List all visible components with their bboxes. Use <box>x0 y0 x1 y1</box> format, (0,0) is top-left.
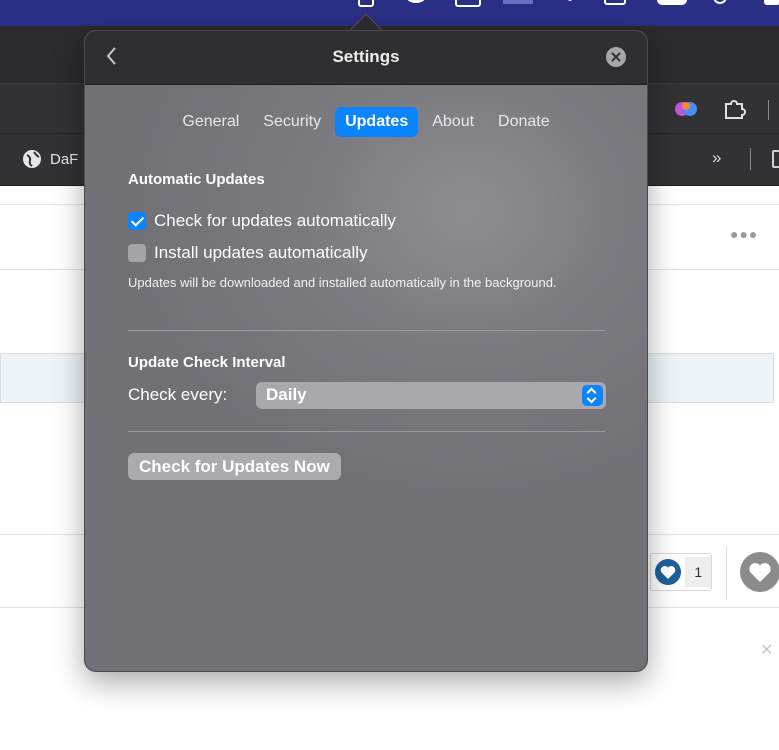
automatic-updates-heading: Automatic Updates <box>128 171 265 188</box>
battery-icon[interactable] <box>604 0 628 8</box>
search-icon[interactable] <box>712 0 732 8</box>
tab-updates[interactable]: Updates <box>335 107 419 137</box>
tab-general[interactable]: General <box>172 107 249 137</box>
display-icon[interactable] <box>502 0 534 8</box>
checkbox-unchecked[interactable] <box>128 244 146 262</box>
tab-donate[interactable]: Donate <box>488 107 560 137</box>
check-updates-auto-label: Check for updates automatically <box>154 211 396 230</box>
check-updates-auto-checkbox[interactable]: Check for updates automatically <box>128 211 396 231</box>
like-count: 1 <box>685 557 711 587</box>
install-updates-auto-label: Install updates automatically <box>154 243 368 262</box>
calendar-icon[interactable] <box>357 0 375 8</box>
settings-popover: Settings General Security Updates About … <box>84 30 648 672</box>
tab-about[interactable]: About <box>422 107 484 137</box>
section-divider <box>128 330 605 331</box>
interval-select-value: Daily <box>266 385 307 404</box>
user-icon[interactable] <box>405 0 427 8</box>
like-button[interactable]: 1 <box>650 553 712 591</box>
close-popover-button[interactable] <box>606 47 626 67</box>
bookmarks-separator <box>750 148 751 170</box>
section-divider <box>128 431 605 432</box>
updown-chevron-icon <box>582 385 603 406</box>
bookmark-item[interactable]: DaF <box>22 149 78 169</box>
bookmark-label: DaF <box>50 150 79 168</box>
check-every-label: Check every: <box>128 385 228 404</box>
sidebar-toggle-icon[interactable] <box>772 150 779 168</box>
screen-icon[interactable] <box>455 0 481 8</box>
toolbar-separator <box>768 100 769 120</box>
macos-menubar <box>0 0 779 26</box>
brain-extension-icon[interactable] <box>675 98 697 120</box>
popover-header: Settings <box>85 31 647 85</box>
globe-icon <box>23 150 41 168</box>
popover-title: Settings <box>332 47 400 66</box>
siri-icon[interactable] <box>762 0 779 8</box>
bookmarks-overflow-button[interactable]: » <box>712 148 721 168</box>
close-icon[interactable]: ✕ <box>760 640 773 660</box>
update-interval-heading: Update Check Interval <box>128 354 286 371</box>
more-options-icon[interactable]: ●●● <box>730 226 758 242</box>
settings-tabs: General Security Updates About Donate <box>85 107 647 137</box>
auto-update-hint: Updates will be downloaded and installed… <box>128 275 557 290</box>
extensions-puzzle-icon[interactable] <box>722 98 746 120</box>
tab-security[interactable]: Security <box>253 107 331 137</box>
check-for-updates-now-button[interactable]: Check for Updates Now <box>128 453 341 480</box>
checkbox-checked[interactable] <box>128 212 146 230</box>
heart-icon <box>655 559 681 585</box>
control-center-icon[interactable] <box>656 0 688 8</box>
bluetooth-icon[interactable] <box>565 0 575 8</box>
install-updates-auto-checkbox[interactable]: Install updates automatically <box>128 243 368 263</box>
page-vertical-divider <box>726 546 727 600</box>
interval-select[interactable]: Daily <box>256 382 606 409</box>
heart-icon[interactable] <box>739 551 779 593</box>
